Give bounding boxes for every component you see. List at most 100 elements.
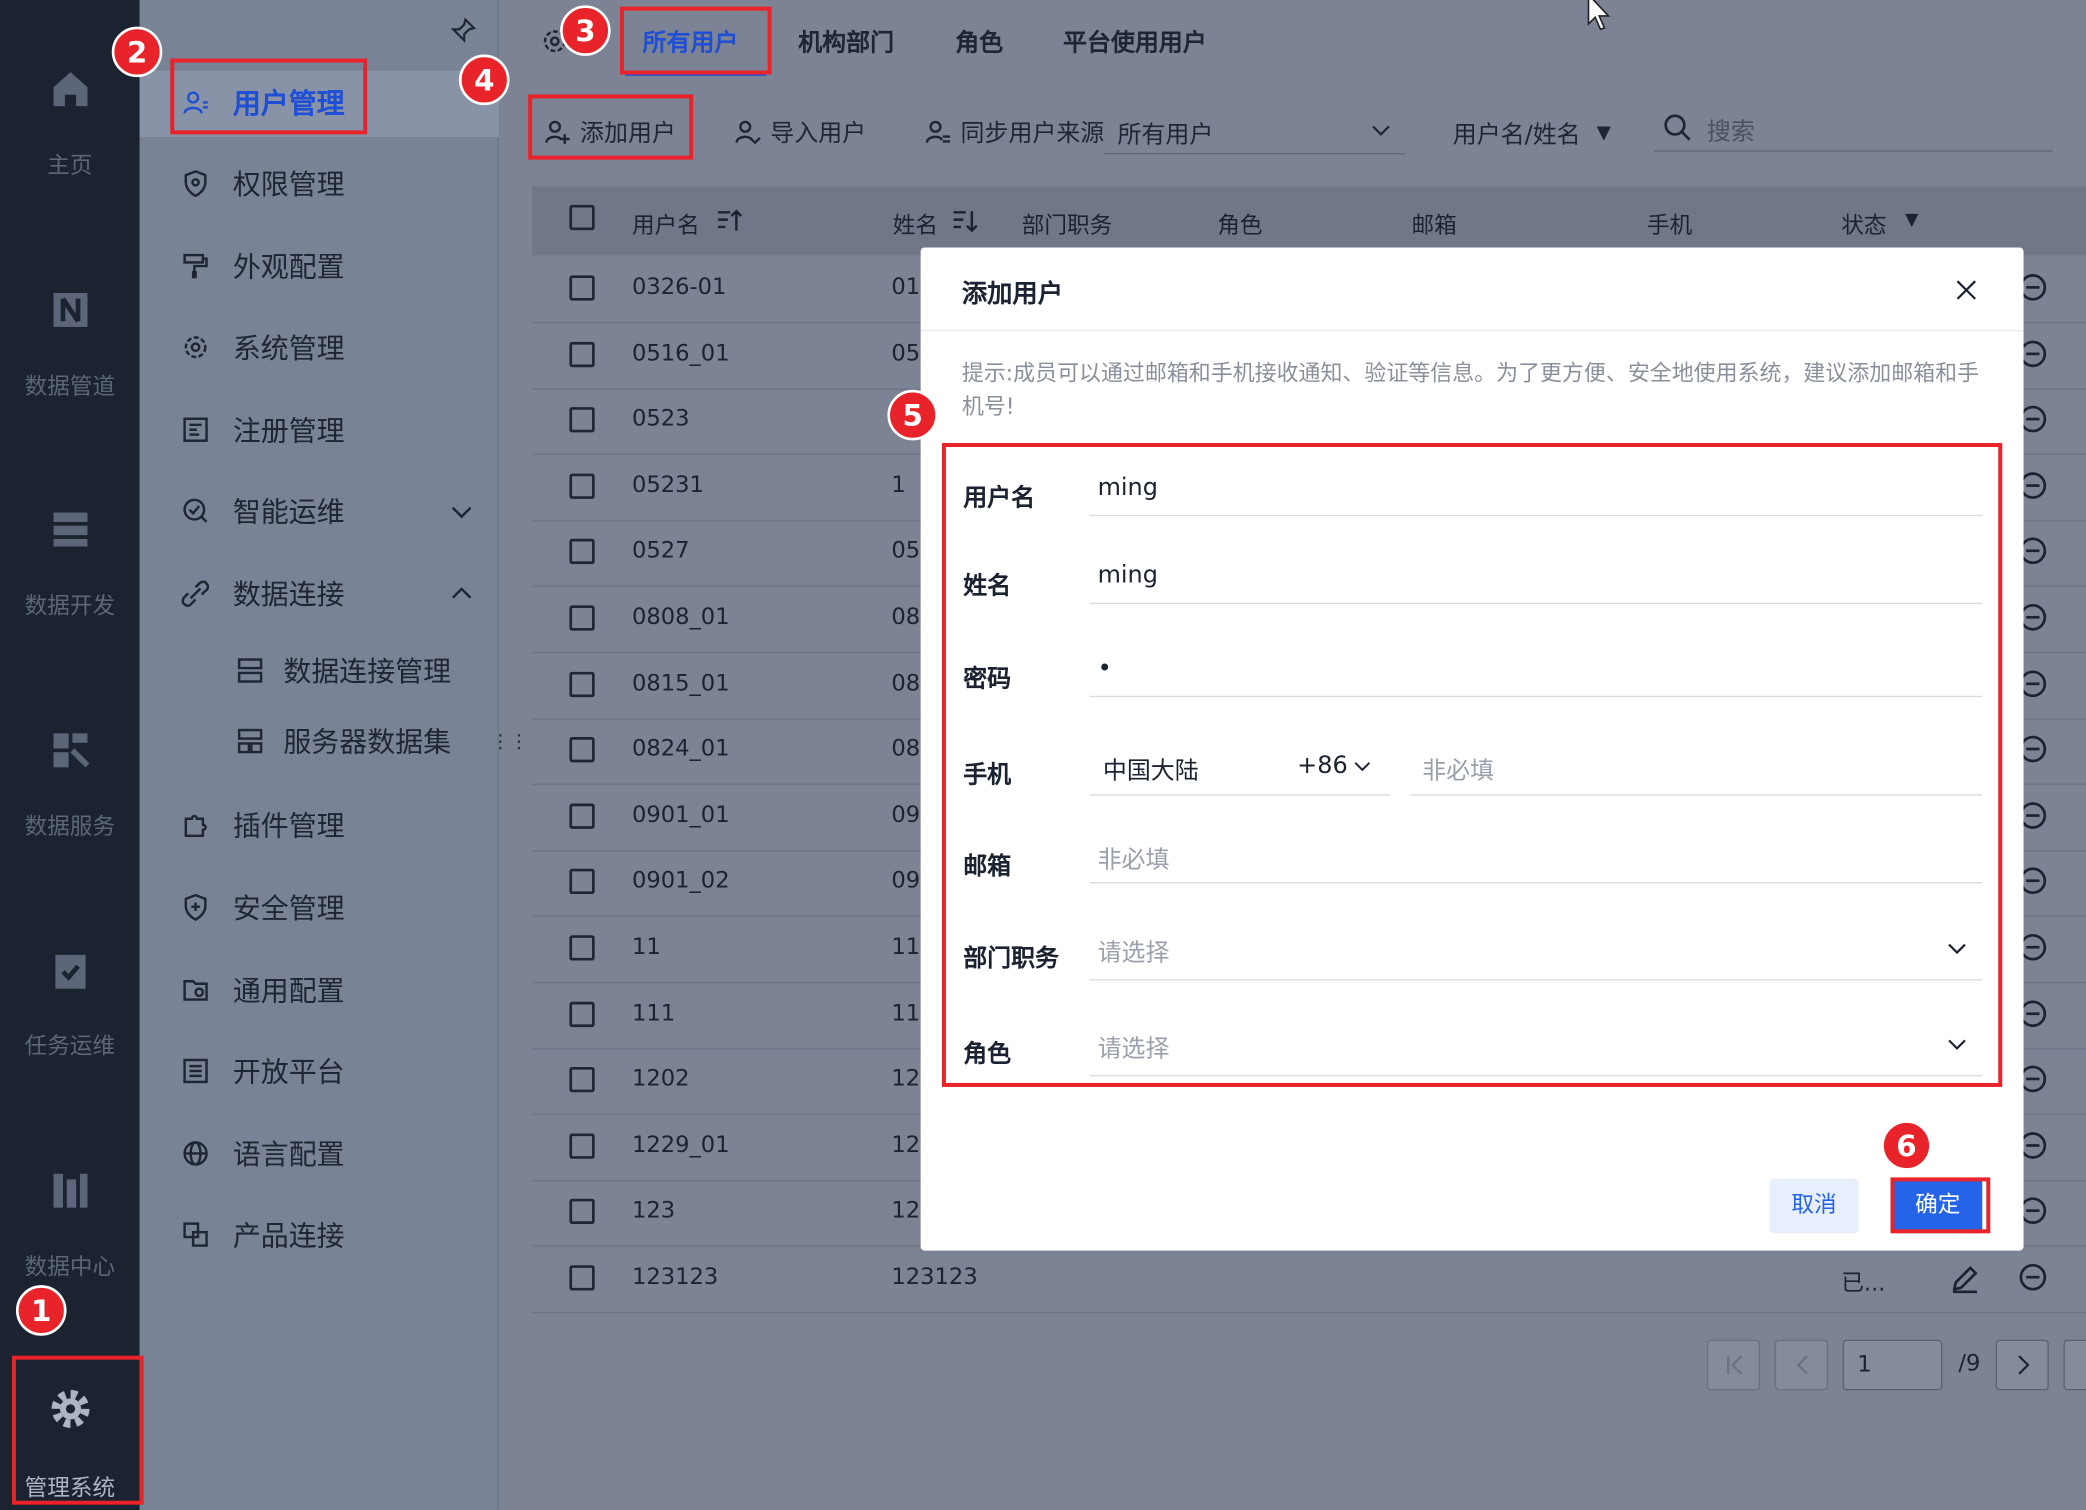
rail-item-task[interactable]: 任务运维 — [0, 947, 140, 1060]
chevron-left-icon — [1796, 1355, 1808, 1375]
sidebar-item-appearance[interactable]: 外观配置 — [180, 239, 345, 292]
page-number-input[interactable]: 1 — [1842, 1339, 1943, 1391]
tab-roles[interactable]: 角色 — [955, 24, 1003, 59]
prev-page-button[interactable] — [1774, 1339, 1828, 1391]
column-header-name[interactable]: 姓名 — [893, 206, 938, 240]
cell-name: 09 — [891, 867, 921, 895]
row-checkbox[interactable] — [569, 407, 595, 433]
list-icon — [180, 1055, 212, 1087]
cell-username: 0523 — [631, 405, 690, 433]
edit-icon[interactable] — [1949, 1263, 1981, 1295]
rail-item-datacenter[interactable]: 数据中心 — [0, 1168, 140, 1281]
caret-down-icon[interactable]: ▼ — [1905, 210, 1918, 230]
sidebar-item-security[interactable]: 安全管理 — [180, 881, 345, 934]
cell-username: 0808_01 — [631, 604, 730, 631]
datacenter-icon — [52, 1173, 87, 1208]
row-checkbox[interactable] — [569, 1066, 595, 1093]
cell-username: 0824_01 — [631, 735, 730, 763]
rail-item-service[interactable]: 数据服务 — [0, 728, 140, 841]
sync-source-label: 同步用户来源 — [960, 119, 1105, 148]
chevron-down-icon[interactable] — [448, 499, 475, 526]
cell-username: 123 — [631, 1197, 676, 1224]
row-checkbox[interactable] — [569, 737, 595, 763]
sidebar-item-label: 数据连接 — [232, 578, 345, 611]
sidebar-item-permission[interactable]: 权限管理 — [180, 157, 345, 210]
sidebar-item-ops[interactable]: 智能运维 — [180, 484, 345, 537]
import-user-button[interactable]: 导入用户 — [733, 114, 866, 149]
page-total: /9 — [1958, 1350, 1981, 1377]
rail-label: 主页 — [47, 152, 93, 180]
column-header-username[interactable]: 用户名 — [632, 206, 700, 240]
sort-icon[interactable] — [950, 206, 979, 235]
dialog-title: 添加用户 — [961, 279, 1064, 309]
select-all-checkbox[interactable] — [569, 204, 595, 231]
cancel-button[interactable]: 取消 — [1769, 1178, 1859, 1234]
search-field-select[interactable]: 用户名/姓名 ▼ — [1453, 116, 1611, 151]
chevron-up-icon[interactable] — [448, 580, 475, 607]
row-checkbox[interactable] — [569, 275, 595, 301]
sidebar-item-label: 智能运维 — [232, 496, 345, 529]
sidebar-subitem-connection-manage[interactable]: 数据连接管理 — [235, 651, 451, 691]
step-badge: 3 — [560, 5, 611, 56]
pin-icon[interactable] — [448, 16, 477, 45]
sidebar-item-label: 开放平台 — [232, 1056, 345, 1089]
row-checkbox[interactable] — [569, 803, 595, 829]
sidebar: 用户管理 权限管理 外观配置 系统管理 注册管理 智能运维 数据连接 数据连接管… — [139, 0, 528, 1510]
first-page-icon — [1727, 1355, 1743, 1375]
row-checkbox[interactable] — [569, 1001, 595, 1028]
cell-username: 0901_02 — [631, 867, 730, 895]
server-icon — [237, 658, 263, 683]
dialog-hint: 提示:成员可以通过邮箱和手机接收通知、验证等信息。为了更方便、安全地使用系统，建… — [961, 360, 1980, 420]
tab-departments[interactable]: 机构部门 — [798, 24, 894, 59]
sidebar-item-plugin[interactable]: 插件管理 — [180, 798, 345, 851]
next-page-button[interactable] — [1995, 1339, 2049, 1391]
tab-platform-users[interactable]: 平台使用用户 — [1063, 24, 1207, 59]
dataset-icon — [237, 728, 263, 754]
row-checkbox[interactable] — [569, 605, 595, 631]
row-checkbox[interactable] — [569, 1198, 595, 1224]
row-checkbox[interactable] — [569, 341, 595, 368]
step-badge: 5 — [887, 389, 938, 441]
source-filter-select[interactable]: 所有用户 — [1104, 104, 1405, 155]
last-page-button[interactable] — [2063, 1339, 2086, 1391]
column-header-email: 邮箱 — [1411, 212, 1457, 240]
sidebar-item-register[interactable]: 注册管理 — [180, 403, 345, 456]
rail-item-pipeline[interactable]: 数据管道 — [0, 287, 140, 400]
row-checkbox[interactable] — [569, 671, 595, 698]
sort-icon[interactable] — [714, 206, 743, 235]
highlight-confirm — [1890, 1177, 1991, 1234]
sidebar-item-language[interactable]: 语言配置 — [180, 1127, 345, 1180]
close-icon[interactable] — [1953, 277, 1980, 304]
dev-icon — [52, 512, 87, 547]
sidebar-item-label: 安全管理 — [232, 892, 345, 925]
register-icon — [180, 414, 212, 446]
rail-item-dev[interactable]: 数据开发 — [0, 507, 140, 620]
sidebar-item-data-connection[interactable]: 数据连接 — [180, 567, 345, 620]
sync-source-button[interactable]: 同步用户来源 — [923, 114, 1104, 149]
sidebar-subitem-server-dataset[interactable]: 服务器数据集 — [235, 721, 451, 761]
row-checkbox[interactable] — [569, 538, 595, 565]
sidebar-item-system[interactable]: 系统管理 — [180, 321, 345, 374]
row-checkbox[interactable] — [569, 1133, 595, 1159]
search-input[interactable]: 搜索 — [1653, 104, 2053, 152]
remove-icon[interactable] — [2019, 1263, 2047, 1291]
row-checkbox[interactable] — [569, 1265, 595, 1291]
sidebar-item-general[interactable]: 通用配置 — [180, 963, 345, 1016]
column-header-role: 角色 — [1217, 212, 1263, 240]
first-page-button[interactable] — [1706, 1339, 1761, 1391]
rail-item-home[interactable]: 主页 — [0, 67, 140, 180]
sidebar-item-label: 语言配置 — [232, 1138, 345, 1171]
app-rail: 主页 数据管道 数据开发 数据服务 任务运维 数据中心 管理系统 — [0, 0, 140, 1510]
table-header: 用户名 姓名 部门职务 角色 邮箱 手机 状态 ▼ — [532, 186, 2086, 256]
row-checkbox[interactable] — [569, 868, 595, 895]
table-row[interactable]: 123123 123123 已... — [532, 1247, 2086, 1313]
source-filter-value: 所有用户 — [1117, 121, 1214, 150]
sidebar-item-product-link[interactable]: 产品连接 — [180, 1208, 345, 1261]
row-checkbox[interactable] — [569, 935, 595, 961]
row-checkbox[interactable] — [569, 473, 595, 499]
cell-username: 05231 — [631, 472, 704, 499]
sidebar-item-open-platform[interactable]: 开放平台 — [180, 1044, 345, 1097]
globe-icon — [180, 1137, 212, 1169]
column-header-status[interactable]: 状态 — [1841, 206, 1886, 240]
resize-handle[interactable]: ⋮⋮ — [491, 733, 528, 765]
